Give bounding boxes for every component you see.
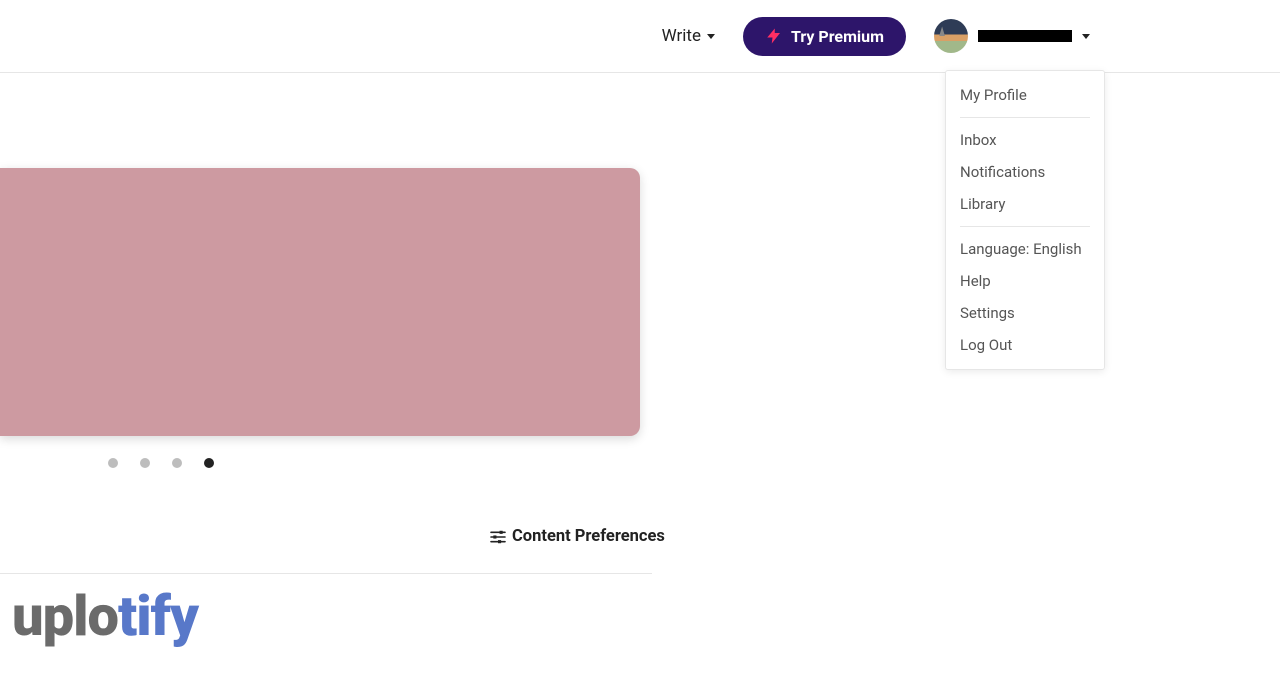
menu-item-notifications[interactable]: Notifications [946, 156, 1104, 188]
profile-menu-toggle[interactable] [934, 19, 1090, 53]
carousel-dot-2[interactable] [140, 458, 150, 468]
menu-item-language[interactable]: Language: English [946, 233, 1104, 265]
hero-banner[interactable] [0, 168, 640, 436]
premium-label: Try Premium [791, 27, 884, 46]
menu-divider [960, 117, 1090, 118]
content-preferences-button[interactable]: Content Preferences [490, 527, 665, 546]
brand-logo-part1: uplo [12, 583, 118, 649]
brand-logo-part2: tify [118, 583, 198, 649]
menu-item-help[interactable]: Help [946, 265, 1104, 297]
menu-item-inbox[interactable]: Inbox [946, 124, 1104, 156]
carousel-dot-3[interactable] [172, 458, 182, 468]
menu-item-log-out[interactable]: Log Out [946, 329, 1104, 361]
menu-item-library[interactable]: Library [946, 188, 1104, 220]
write-menu-button[interactable]: Write [662, 26, 715, 46]
username-redacted [978, 30, 1072, 42]
write-label: Write [662, 26, 701, 46]
chevron-down-icon [707, 34, 715, 39]
chevron-down-icon [1082, 34, 1090, 39]
menu-item-settings[interactable]: Settings [946, 297, 1104, 329]
try-premium-button[interactable]: Try Premium [743, 17, 906, 56]
avatar [934, 19, 968, 53]
menu-divider [960, 226, 1090, 227]
section-divider [0, 573, 652, 574]
brand-logo: uplotify [12, 588, 198, 644]
user-dropdown-menu: My Profile Inbox Notifications Library L… [945, 70, 1105, 370]
content-preferences-label: Content Preferences [512, 527, 665, 546]
carousel-dot-1[interactable] [108, 458, 118, 468]
sliders-icon [490, 530, 506, 544]
carousel-pagination [108, 458, 214, 468]
carousel-dot-4[interactable] [204, 458, 214, 468]
top-nav: Write Try Premium [0, 0, 1280, 73]
lightning-bolt-icon [765, 27, 783, 45]
menu-item-my-profile[interactable]: My Profile [946, 79, 1104, 111]
